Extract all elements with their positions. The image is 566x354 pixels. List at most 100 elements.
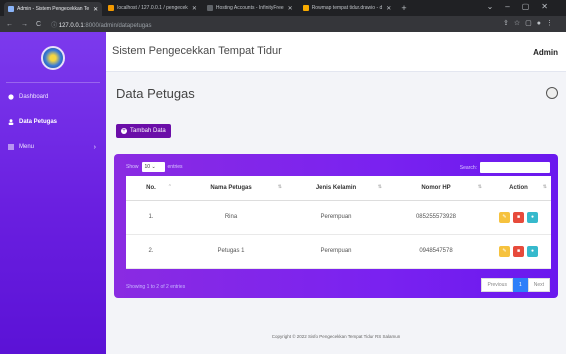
sidebar-item-label: Menu (19, 144, 35, 150)
search-control: Search: (460, 162, 550, 173)
eye-icon: ● (530, 214, 535, 220)
url-field[interactable]: ⓘ 127.0.0.1:8000/admin/datapetugas (51, 20, 151, 29)
sidebar: Dashboard Data Petugas Menu › (0, 32, 106, 354)
entries-label: entries (167, 164, 183, 170)
tab-label: localhost / 127.0.0.1 / pengecek (117, 5, 188, 11)
tab-strip: Admin - Sistem Pengecekkan Te ✕ localhos… (0, 0, 566, 16)
sidebar-item-menu[interactable]: Menu › (8, 143, 100, 151)
dashboard-icon (8, 94, 14, 100)
sort-icon: ⇅ (377, 184, 382, 190)
back-icon[interactable]: ← (6, 21, 13, 28)
close-icon[interactable]: ✕ (288, 5, 293, 12)
close-icon[interactable]: ✕ (192, 5, 197, 12)
close-icon[interactable]: ✕ (93, 6, 98, 13)
app-title: Sistem Pengecekkan Tempat Tidur (112, 45, 282, 57)
cell-hp: 085255573928 (386, 200, 486, 235)
tab-favicon-icon (108, 5, 115, 11)
reload-icon[interactable]: C (36, 21, 41, 28)
browser-window: Admin - Sistem Pengecekkan Te ✕ localhos… (0, 0, 566, 354)
sort-icon: ⇅ (542, 184, 547, 190)
menu-icon (8, 144, 14, 150)
cell-jenis: Perempuan (286, 234, 386, 269)
cell-jenis: Perempuan (286, 200, 386, 235)
eye-icon: ● (530, 248, 535, 254)
sidebar-item-data-petugas[interactable]: Data Petugas (8, 119, 100, 125)
data-table-card: Show 10 ⌄ entries Search: No. ⌃ Nama Petu… (114, 154, 558, 298)
cell-no: 1. (126, 200, 176, 235)
add-data-button[interactable]: + Tambah Data (116, 124, 171, 138)
new-tab-button[interactable]: + (401, 3, 406, 13)
chevron-right-icon: › (93, 143, 96, 151)
page-title: Data Petugas (116, 86, 195, 101)
edit-icon: ✎ (502, 214, 507, 220)
search-label: Search: (459, 164, 477, 171)
address-bar: ← → C ⓘ 127.0.0.1:8000/admin/datapetugas ⇪… (0, 16, 566, 32)
browser-toolbar-icons[interactable]: ⇪☆▢●⋮ (503, 19, 558, 27)
view-button[interactable]: ● (527, 245, 538, 257)
forward-icon[interactable]: → (21, 21, 28, 28)
sidebar-divider (6, 82, 100, 83)
plus-icon: + (121, 128, 127, 134)
column-header-action[interactable]: Action ⇅ (486, 176, 551, 201)
sidebar-item-label: Data Petugas (19, 119, 58, 125)
main-content: Data Petugas + Tambah Data Show 10 ⌄ ent… (106, 72, 566, 354)
column-header-no[interactable]: No. ⌃ (126, 176, 176, 201)
topbar: Sistem Pengecekkan Tempat Tidur Admin (106, 32, 566, 72)
sort-icon: ⌃ (167, 184, 172, 190)
cell-no: 2. (126, 234, 176, 269)
user-icon (8, 119, 14, 125)
footer-copyright: Copyright © 2022 Sisfo Pengecekkan Tempa… (271, 334, 401, 339)
column-header-hp[interactable]: Nomor HP ⇅ (386, 176, 486, 201)
tab-label: Admin - Sistem Pengecekkan Te (17, 6, 90, 12)
browser-tab-1[interactable]: Admin - Sistem Pengecekkan Te ✕ (4, 2, 103, 16)
trash-icon: ■ (516, 214, 521, 220)
browser-tab-4[interactable]: Rowmap tempat tidur.drawio - d ✕ (299, 2, 396, 15)
sort-icon: ⇅ (277, 184, 282, 190)
table-info: Showing 1 to 2 of 2 entries (126, 284, 186, 290)
next-button[interactable]: Next (527, 278, 550, 292)
close-icon[interactable]: ✕ (386, 5, 391, 12)
url-path: :8000/admin/datapetugas (83, 22, 152, 29)
edit-icon: ✎ (502, 248, 507, 254)
table-header-row: No. ⌃ Nama Petugas ⇅ Jenis Kelamin ⇅ Nomor … (126, 176, 551, 201)
sidebar-item-dashboard[interactable]: Dashboard (8, 94, 100, 100)
column-header-jenis[interactable]: Jenis Kelamin ⇅ (286, 176, 386, 201)
view-button[interactable]: ● (527, 211, 538, 223)
url-host: 127.0.0.1 (58, 22, 84, 29)
browser-tab-2[interactable]: localhost / 127.0.0.1 / pengecek ✕ (104, 2, 201, 15)
cell-hp: 0948547578 (386, 234, 486, 269)
browser-tab-3[interactable]: Hosting Accounts - InfinityFree ✕ (203, 2, 297, 15)
column-header-nama[interactable]: Nama Petugas ⇅ (176, 176, 286, 201)
edit-button[interactable]: ✎ (499, 211, 510, 223)
logo (41, 46, 65, 70)
sort-icon: ⇅ (477, 184, 482, 190)
user-menu[interactable]: Admin (533, 48, 558, 57)
sidebar-item-label: Dashboard (19, 94, 49, 100)
delete-button[interactable]: ■ (513, 211, 524, 223)
previous-button[interactable]: Previous (481, 278, 513, 292)
tab-label: Hosting Accounts - InfinityFree (215, 5, 284, 11)
entries-select[interactable]: 10 ⌄ (141, 162, 165, 172)
cell-nama: Rina (176, 200, 286, 235)
tab-label: Rowmap tempat tidur.drawio - d (311, 5, 383, 11)
edit-button[interactable]: ✎ (499, 245, 510, 257)
search-input[interactable] (480, 162, 550, 173)
nav-buttons[interactable]: ← → C (6, 21, 49, 28)
pagination: Previous 1 Next (481, 278, 550, 292)
cell-action: ✎ ■ ● (486, 200, 551, 235)
cell-nama: Petugas 1 (176, 234, 286, 269)
info-icon: ⓘ (51, 22, 59, 29)
delete-button[interactable]: ■ (513, 245, 524, 257)
table-row: 2. Petugas 1 Perempuan 0948547578 ✎ ■ ● (126, 234, 551, 269)
trash-icon: ■ (516, 248, 521, 254)
tab-favicon-icon (302, 5, 309, 11)
settings-icon[interactable] (546, 87, 558, 99)
tab-favicon-icon (8, 6, 14, 12)
tab-favicon-icon (206, 5, 213, 11)
cell-action: ✎ ■ ● (486, 234, 551, 269)
page-1-button[interactable]: 1 (512, 278, 528, 292)
table-row: 1. Rina Perempuan 085255573928 ✎ ■ ● (126, 200, 551, 235)
entries-control: Show 10 ⌄ entries (126, 162, 183, 172)
window-controls[interactable]: ⌄–▢✕ (487, 2, 560, 11)
show-label: Show (126, 164, 139, 170)
